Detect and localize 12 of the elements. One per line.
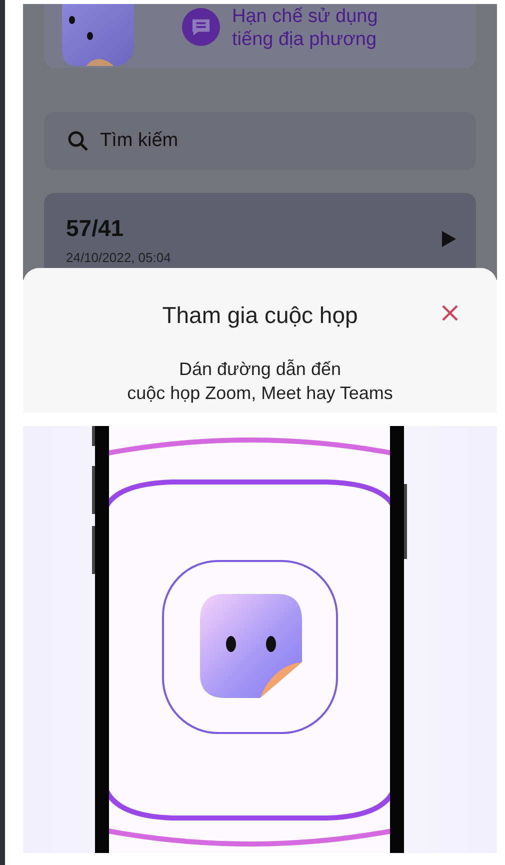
sheet-title: Tham gia cuộc họp (162, 302, 358, 329)
close-button[interactable] (441, 304, 459, 322)
chat-icon (182, 8, 220, 46)
description-line: cuộc họp Zoom, Meet hay Teams (127, 382, 393, 405)
banner-text-line: tiếng địa phương (232, 28, 378, 51)
description-line: Dán đường dẫn đến (179, 358, 341, 381)
close-icon (441, 304, 459, 322)
search-field[interactable]: Tìm kiếm (44, 112, 476, 170)
recording-title: 57/41 (66, 215, 125, 242)
play-icon[interactable] (442, 231, 456, 247)
banner-text-line: Hạn chế sử dụng (232, 5, 378, 28)
recording-date: 24/10/2022, 05:04 (66, 250, 171, 265)
